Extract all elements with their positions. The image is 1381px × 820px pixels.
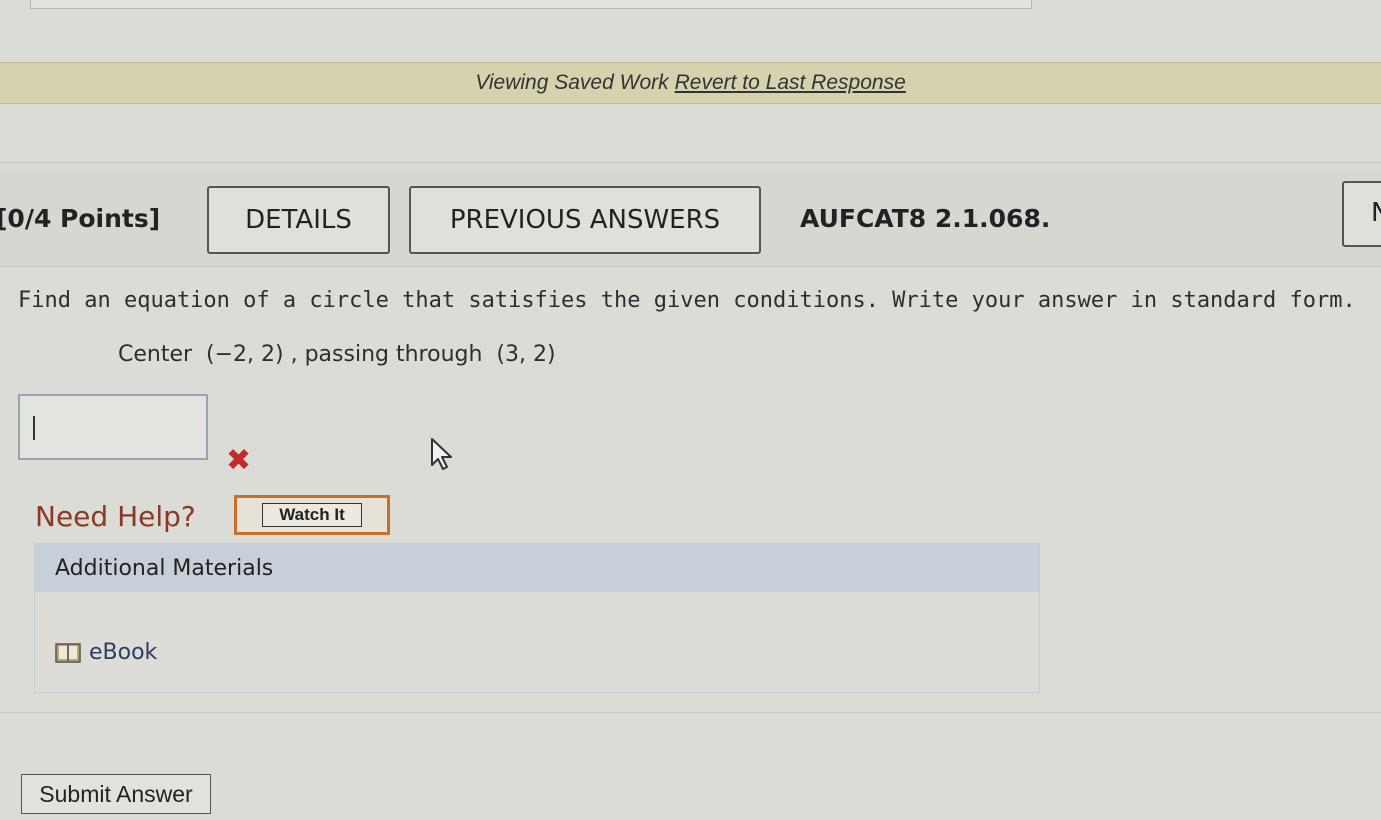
- answer-input[interactable]: [18, 394, 208, 460]
- watch-it-label: Watch It: [262, 503, 362, 527]
- previous-answer-box-edge: [30, 0, 1032, 9]
- watch-it-button[interactable]: Watch It: [234, 495, 390, 535]
- saved-work-message: Viewing Saved Work: [475, 71, 669, 94]
- submit-answer-button[interactable]: Submit Answer: [21, 774, 211, 814]
- my-notes-button-label: N: [1371, 198, 1381, 228]
- given-conditions: Center (−2, 2) , passing through (3, 2): [118, 342, 556, 367]
- question-prompt: Find an equation of a circle that satisf…: [18, 288, 1356, 313]
- divider: [0, 712, 1381, 713]
- book-icon: [55, 642, 81, 663]
- revert-link[interactable]: Revert to Last Response: [675, 71, 906, 95]
- my-notes-button[interactable]: N: [1342, 181, 1381, 247]
- details-button[interactable]: DETAILS: [207, 186, 390, 254]
- additional-materials-title: Additional Materials: [35, 544, 1039, 592]
- additional-materials-panel: Additional Materials eBook: [34, 543, 1040, 693]
- text-caret: [33, 416, 35, 440]
- ebook-link[interactable]: eBook: [55, 640, 157, 665]
- need-help-label: Need Help?: [35, 500, 196, 533]
- points-label: [0/4 Points]: [0, 204, 161, 233]
- previous-answers-button[interactable]: PREVIOUS ANSWERS: [409, 186, 761, 254]
- page: Viewing Saved Work Revert to Last Respon…: [0, 0, 1381, 820]
- question-code: AUFCAT8 2.1.068.: [800, 204, 1051, 233]
- close-x-icon: ✖: [226, 443, 252, 478]
- ebook-label: eBook: [89, 640, 158, 665]
- mouse-pointer-icon: [430, 437, 456, 476]
- saved-work-banner: Viewing Saved Work Revert to Last Respon…: [0, 62, 1381, 104]
- divider: [0, 162, 1381, 163]
